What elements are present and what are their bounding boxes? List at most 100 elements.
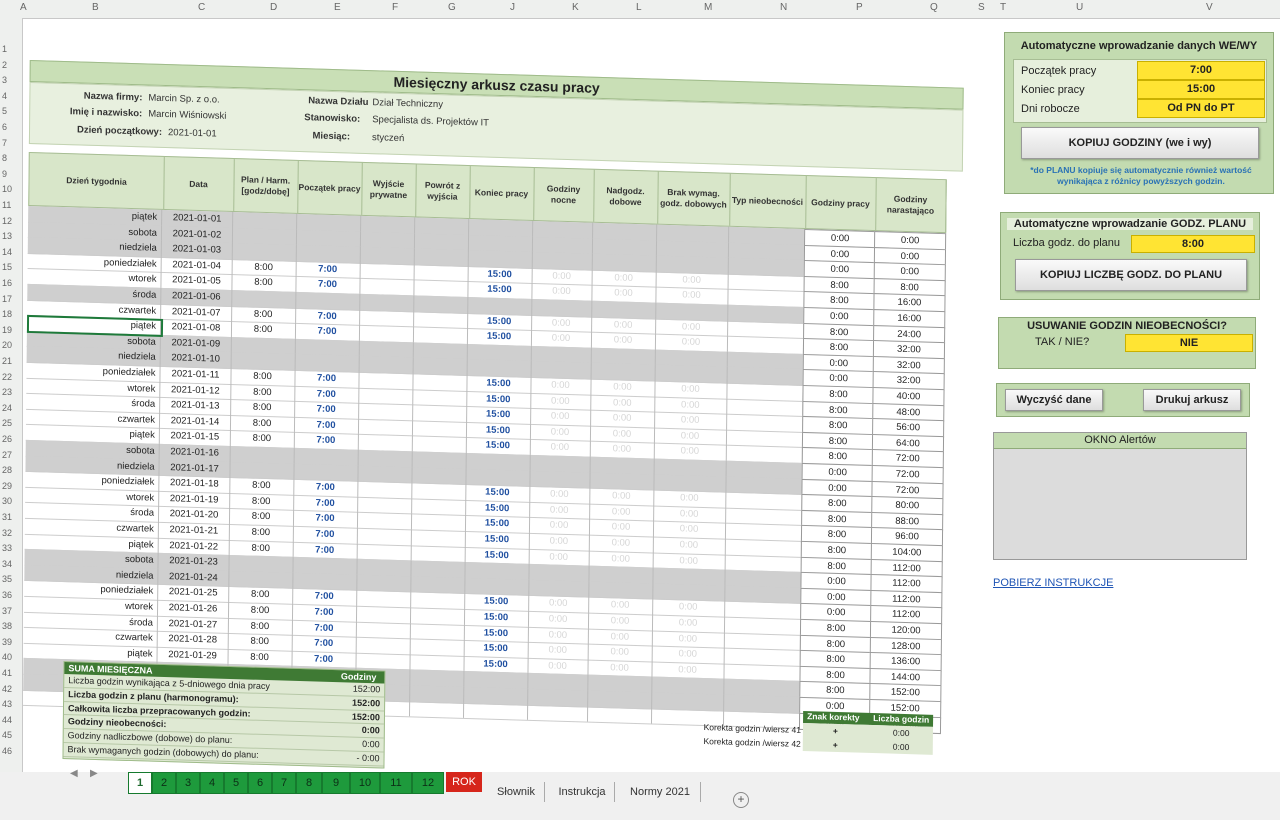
private-exit-cell[interactable] — [356, 512, 413, 530]
row-number[interactable]: 23 — [2, 387, 12, 397]
tab-scroll-right-icon[interactable]: ▶ — [90, 768, 98, 779]
start-cell[interactable]: 7:00 — [293, 416, 360, 435]
column-letter[interactable]: L — [636, 2, 642, 13]
end-cell[interactable] — [468, 219, 534, 237]
return-cell[interactable] — [409, 654, 465, 672]
start-cell[interactable]: 7:00 — [294, 385, 360, 403]
return-cell[interactable] — [413, 279, 469, 297]
row-number[interactable]: 40 — [2, 652, 12, 662]
add-sheet-icon[interactable]: + — [733, 792, 749, 808]
row-number[interactable]: 2 — [2, 60, 7, 70]
end-cell[interactable] — [466, 359, 532, 377]
private-exit-cell[interactable] — [358, 387, 414, 405]
row-number[interactable]: 41 — [2, 668, 12, 678]
end-cell[interactable]: 15:00 — [465, 484, 531, 502]
private-exit-cell[interactable] — [357, 480, 413, 499]
workdays-select[interactable]: Od PN do PT — [1137, 99, 1265, 118]
plan-cell[interactable]: 8:00 — [230, 367, 296, 386]
end-cell[interactable]: 15:00 — [464, 530, 530, 549]
plan-cell[interactable]: 8:00 — [230, 321, 297, 339]
column-letter[interactable]: J — [510, 2, 515, 13]
row-number[interactable]: 34 — [2, 559, 12, 569]
end-cell[interactable] — [462, 702, 529, 720]
row-number[interactable]: 45 — [2, 730, 12, 740]
plan-cell[interactable]: 8:00 — [231, 258, 297, 277]
return-cell[interactable] — [409, 685, 465, 703]
sheet-tab[interactable]: Instrukcja — [550, 782, 615, 802]
return-cell[interactable] — [409, 622, 465, 641]
plan-cell[interactable] — [228, 570, 294, 589]
sheet-tab[interactable]: ROK — [446, 772, 482, 792]
end-cell[interactable]: 15:00 — [466, 390, 532, 408]
private-exit-cell[interactable] — [359, 278, 415, 296]
month-value[interactable]: styczeń — [372, 132, 404, 144]
start-cell[interactable]: 7:00 — [295, 260, 361, 279]
plan-cell[interactable]: 8:00 — [228, 508, 295, 526]
row-number[interactable]: 18 — [2, 309, 12, 319]
private-exit-cell[interactable] — [359, 309, 415, 327]
start-cell[interactable]: 7:00 — [292, 510, 359, 528]
sheet-tab[interactable]: 9 — [322, 772, 350, 794]
end-cell[interactable] — [463, 671, 529, 689]
private-exit-cell[interactable] — [356, 543, 412, 561]
plan-cell[interactable]: 8:00 — [227, 601, 294, 620]
row-number[interactable]: 14 — [2, 247, 12, 257]
private-exit-cell[interactable] — [359, 262, 415, 280]
row-number[interactable]: 7 — [2, 138, 7, 148]
row-number[interactable]: 11 — [2, 200, 11, 210]
start-cell[interactable]: 7:00 — [292, 588, 358, 606]
row-number[interactable]: 27 — [2, 450, 12, 460]
plan-cell[interactable] — [231, 227, 298, 246]
row-number[interactable]: 8 — [2, 153, 7, 163]
start-cell[interactable]: 7:00 — [294, 323, 361, 341]
sheet-tab[interactable]: 1 — [128, 772, 152, 794]
row-number[interactable]: 42 — [2, 684, 12, 694]
start-cell[interactable]: 7:00 — [293, 494, 359, 513]
return-cell[interactable] — [410, 560, 466, 578]
absence-select[interactable]: NIE — [1125, 334, 1253, 352]
sheet-tab[interactable]: 11 — [380, 772, 412, 794]
plan-cell[interactable]: 8:00 — [231, 305, 297, 324]
column-letter[interactable]: C — [198, 2, 205, 13]
plan-cell[interactable]: 8:00 — [229, 477, 295, 495]
column-letter[interactable]: K — [572, 2, 579, 13]
private-exit-cell[interactable] — [358, 356, 414, 374]
column-letter[interactable]: P — [856, 2, 863, 13]
private-exit-cell[interactable] — [358, 402, 414, 421]
column-letter[interactable]: N — [780, 2, 787, 13]
row-number[interactable]: 3 — [2, 75, 7, 85]
start-cell[interactable]: 7:00 — [294, 369, 360, 388]
private-exit-cell[interactable] — [358, 324, 415, 343]
private-exit-cell[interactable] — [356, 527, 412, 545]
return-cell[interactable] — [409, 607, 466, 625]
private-exit-cell[interactable] — [357, 496, 413, 514]
end-cell[interactable]: 15:00 — [466, 406, 532, 424]
end-cell[interactable] — [464, 577, 530, 596]
sheet-tab[interactable]: 10 — [350, 772, 380, 794]
private-exit-cell[interactable] — [356, 574, 412, 592]
row-number[interactable]: 5 — [2, 106, 7, 116]
start-cell[interactable] — [292, 572, 358, 591]
start-cell[interactable]: 7:00 — [291, 619, 357, 637]
row-number[interactable]: 32 — [2, 528, 12, 538]
end-cell[interactable]: 15:00 — [467, 312, 533, 331]
return-cell[interactable] — [413, 310, 469, 329]
end-cell[interactable] — [467, 250, 533, 268]
row-number[interactable]: 10 — [2, 184, 12, 194]
plan-cell[interactable] — [230, 336, 296, 355]
row-number[interactable]: 17 — [2, 294, 12, 304]
column-letter[interactable]: G — [448, 2, 456, 13]
plan-cell[interactable]: 8:00 — [227, 648, 293, 667]
column-letter[interactable]: T — [1000, 2, 1006, 13]
column-letter[interactable]: U — [1076, 2, 1083, 13]
start-cell[interactable] — [296, 213, 362, 232]
start-cell[interactable]: 7:00 — [293, 432, 359, 450]
row-number[interactable]: 44 — [2, 715, 12, 725]
start-cell[interactable] — [294, 338, 360, 357]
column-letter[interactable]: D — [270, 2, 277, 13]
start-cell[interactable]: 7:00 — [291, 634, 357, 653]
end-cell[interactable]: 15:00 — [464, 515, 531, 533]
private-exit-cell[interactable] — [358, 371, 414, 389]
row-number[interactable]: 1 — [2, 44, 7, 54]
end-time-input[interactable]: 15:00 — [1137, 80, 1265, 99]
